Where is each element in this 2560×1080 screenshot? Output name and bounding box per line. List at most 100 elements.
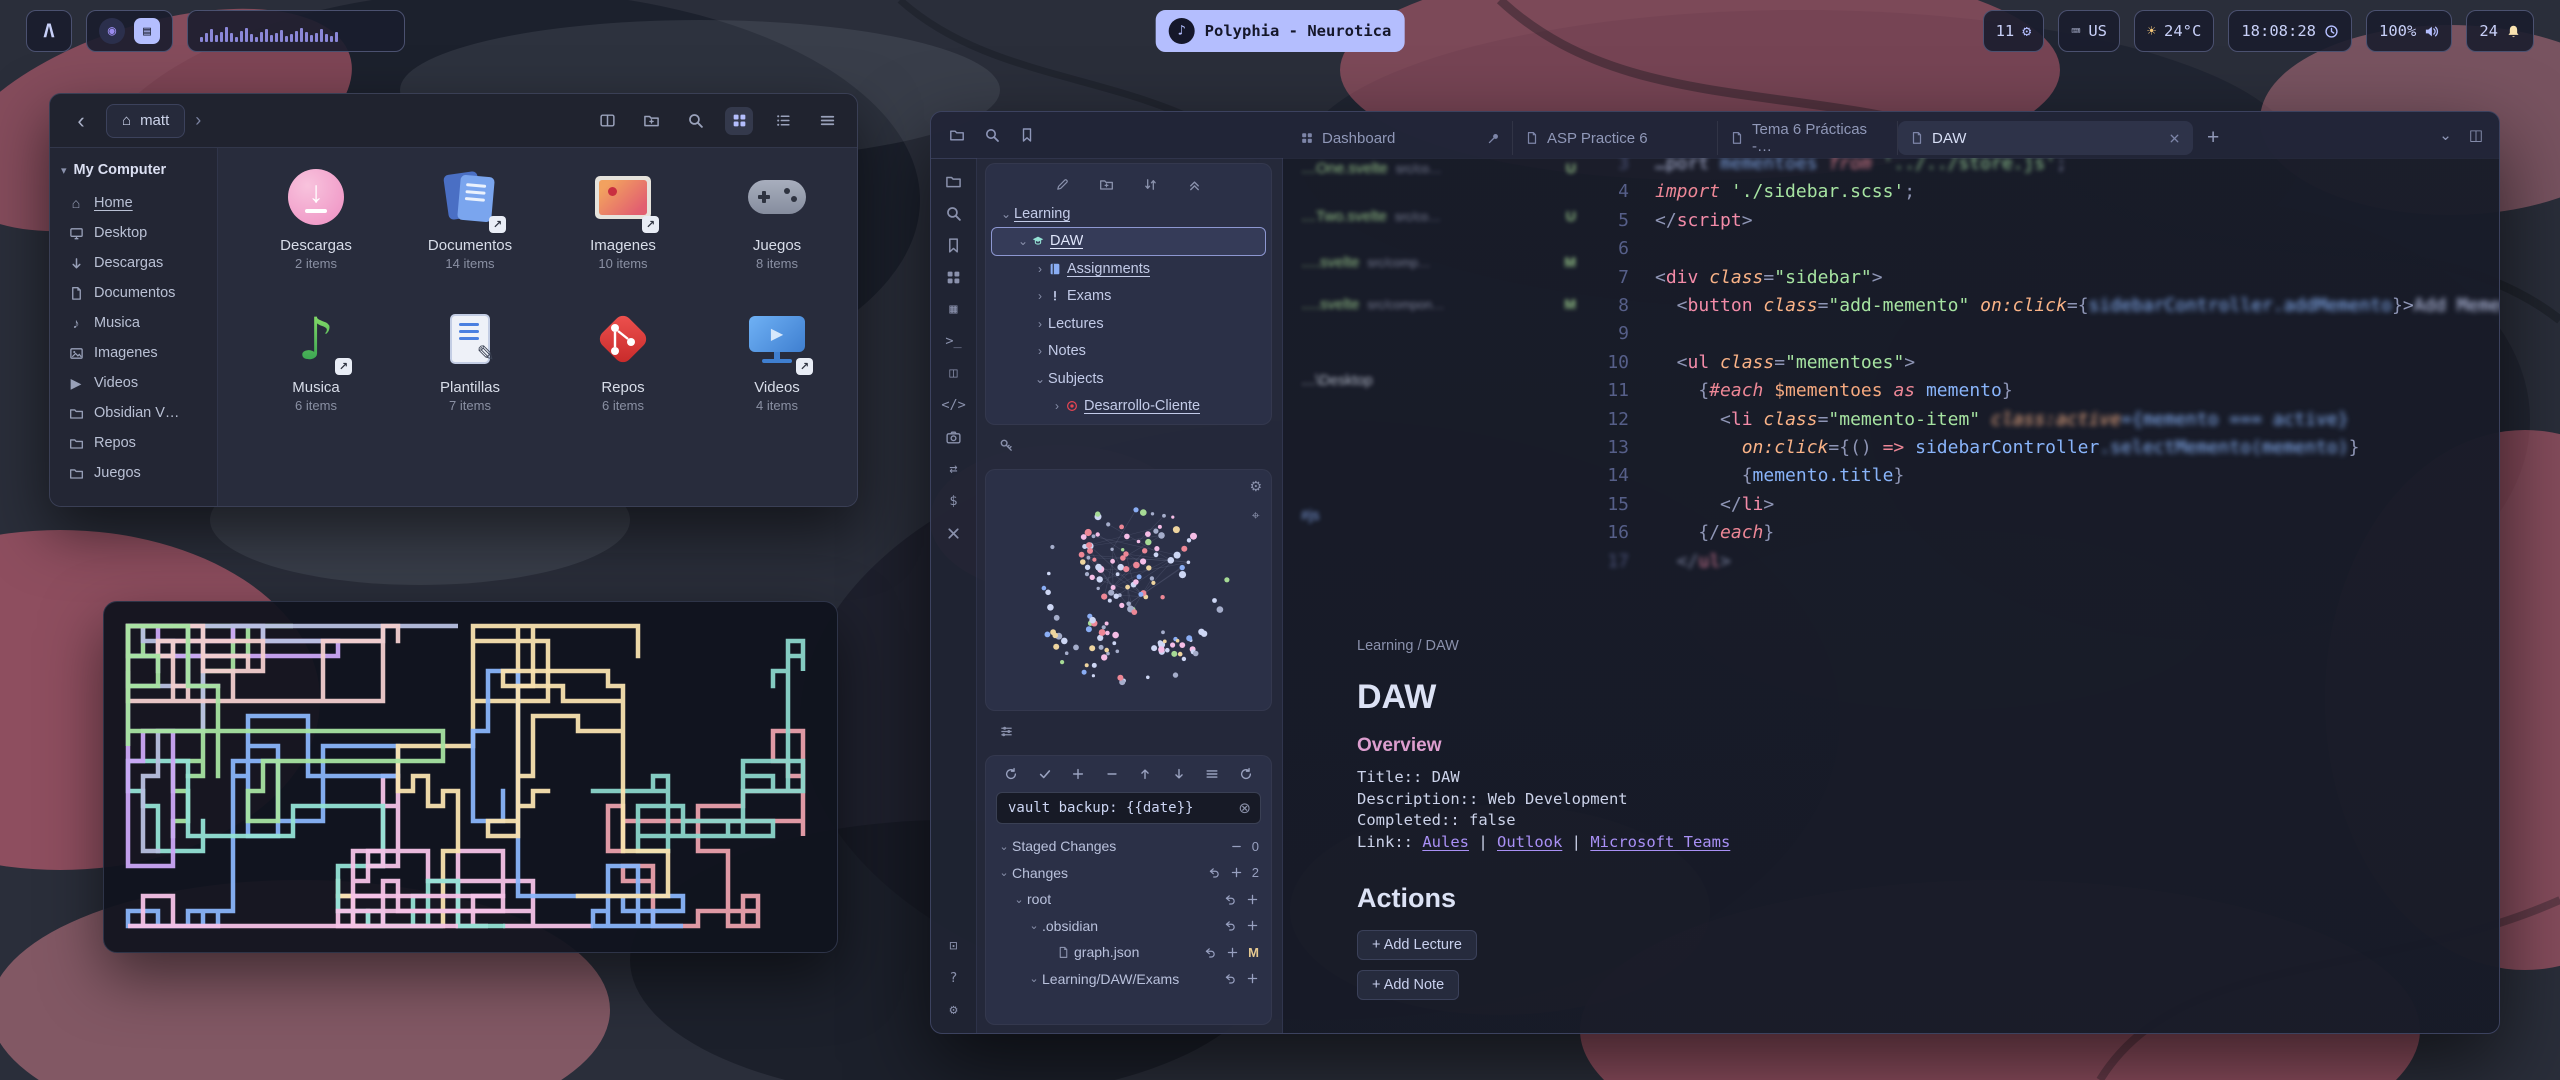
code-line[interactable]: 17 </ul> [1575,548,2491,576]
split-view-icon[interactable] [593,107,621,135]
git-undo-action-icon[interactable] [1208,866,1221,879]
git-layout-icon[interactable] [1202,765,1222,783]
code-line[interactable]: 12 <li class="memento-item" class:active… [1575,406,2491,434]
sidebar-item-imagenes[interactable]: Imagenes [59,338,208,368]
tab-dashboard[interactable]: Dashboard [1288,121,1513,155]
clear-commit-icon[interactable]: ⊗ [1238,799,1251,817]
ribbon-code-icon[interactable]: </> [944,396,964,414]
sidebar-item-desktop[interactable]: Desktop [59,218,208,248]
folder-tile-musica[interactable]: ♪↗Musica6 items [241,306,391,413]
code-line[interactable]: 8 <button class="add-memento" on:click={… [1575,292,2491,320]
git-plus-action-icon[interactable] [1246,919,1259,932]
sidebar-item-videos[interactable]: ▶Videos [59,368,208,398]
sliders-icon[interactable] [999,724,1014,739]
graph-view[interactable] [986,470,1272,708]
folder-tile-descargas[interactable]: ↓Descargas2 items [241,164,391,271]
sidebar-item-obsidian-v[interactable]: Obsidian V… [59,398,208,428]
ribbon-plugin-icon[interactable]: ⊡ [944,937,964,955]
menu-icon[interactable] [813,107,841,135]
panel-handle-key[interactable] [985,425,1272,465]
ribbon-settings-icon[interactable]: ⚙ [944,1001,964,1019]
git-row-root[interactable]: ⌄root [986,886,1271,913]
code-line[interactable]: 14 {memento.title} [1575,462,2491,490]
sidebar-section-title[interactable]: ▾ My Computer [61,162,208,178]
code-line[interactable]: 4import './sidebar.scss'; [1575,178,2491,206]
code-line[interactable]: 15 </li> [1575,491,2491,519]
terminal-window[interactable] [103,601,838,953]
ribbon-book-icon[interactable]: ◫ [944,364,964,382]
module-volume[interactable]: 100% [2366,10,2452,52]
search-icon[interactable] [681,107,709,135]
grid-view-icon[interactable] [725,107,753,135]
explorer-item-lectures[interactable]: ›Lectures [992,310,1265,338]
module-notifications[interactable]: 24 [2466,10,2534,52]
panel-handle-sliders[interactable] [985,711,1272,751]
vault-switcher-icon[interactable] [947,126,967,144]
code-line[interactable]: 5</script> [1575,207,2491,235]
collapse-all-icon[interactable] [1185,175,1205,193]
sidebar-item-documentos[interactable]: Documentos [59,278,208,308]
tab-daw[interactable]: DAW [1898,121,2193,155]
explorer-item-desarrollo-cliente[interactable]: ›Desarrollo-Cliente [992,393,1265,421]
sidebar-item-musica[interactable]: ♪Musica [59,308,208,338]
bookmarks-icon[interactable] [1017,126,1037,144]
folder-tile-juegos[interactable]: Juegos8 items [702,164,852,271]
git-undo-action-icon[interactable] [1224,893,1237,906]
code-line[interactable]: 10 <ul class="mementoes"> [1575,349,2491,377]
folder-tile-repos[interactable]: Repos6 items [548,306,698,413]
git-push-icon[interactable] [1135,765,1155,783]
ribbon-terminal-icon[interactable]: >_ [944,332,964,350]
code-line[interactable]: 7<div class="sidebar"> [1575,264,2491,292]
sidebar-item-descargas[interactable]: Descargas [59,248,208,278]
back-button[interactable]: ‹ [66,106,96,136]
note-link-microsoft-teams[interactable]: Microsoft Teams [1590,833,1730,851]
git-plus-action-icon[interactable] [1226,946,1239,959]
git-undo-action-icon[interactable] [1224,972,1237,985]
ribbon-help-icon[interactable]: ? [944,969,964,987]
git-minus-action-icon[interactable] [1230,840,1243,853]
graph-settings-icon[interactable]: ⚙ [1249,478,1262,495]
ribbon-calendar-icon[interactable]: ▦ [944,300,964,318]
code-editor[interactable]: 3…port mementoes from '../../store.js';4… [1575,158,2491,576]
sidebar-item-home[interactable]: ⌂Home [59,188,208,218]
git-row-staged-changes[interactable]: ⌄Staged Changes0 [986,833,1271,860]
new-folder-icon[interactable] [1097,175,1117,193]
git-row-obsidian[interactable]: ⌄.obsidian [986,913,1271,940]
git-row-changes[interactable]: ⌄Changes2 [986,860,1271,887]
git-backup-icon[interactable] [1001,765,1021,783]
folder-tile-documentos[interactable]: ↗Documentos14 items [395,164,545,271]
close-tab-icon[interactable] [2168,132,2181,145]
git-unstage-all-icon[interactable] [1102,765,1122,783]
add-note-button[interactable]: + Add Note [1357,970,1459,1000]
sort-icon[interactable] [1141,175,1161,193]
folder-tile-plantillas[interactable]: ✎Plantillas7 items [395,306,545,413]
folder-tile-imagenes[interactable]: ↗Imagenes10 items [548,164,698,271]
explorer-item-assignments[interactable]: ›Assignments [992,255,1265,283]
sidebar-item-juegos[interactable]: Juegos [59,458,208,488]
launcher-button[interactable]: Λ [26,10,72,52]
quick-search-icon[interactable] [982,126,1002,144]
explorer-item-notes[interactable]: ›Notes [992,338,1265,366]
folder-tile-videos[interactable]: ▶↗Videos4 items [702,306,852,413]
ribbon-search-icon[interactable] [944,204,964,222]
commit-message-input[interactable] [1006,799,1232,817]
git-refresh-icon[interactable] [1236,765,1256,783]
code-line[interactable]: 9 [1575,320,2491,348]
explorer-item-learning[interactable]: ⌄Learning [992,200,1265,228]
ribbon-bookmark-icon[interactable] [944,236,964,254]
code-line[interactable]: 3…port mementoes from '../../store.js'; [1575,158,2491,178]
code-line[interactable]: 13 on:click={() => sidebarController.sel… [1575,434,2491,462]
git-pull-icon[interactable] [1169,765,1189,783]
git-plus-action-icon[interactable] [1246,893,1259,906]
explorer-item-subjects[interactable]: ⌄Subjects [992,365,1265,393]
module-clock[interactable]: 18:08:28 [2228,10,2352,52]
quick-launch-module[interactable]: ◉▤ [86,10,173,52]
ribbon-close-icon[interactable] [944,524,964,542]
git-commit-icon[interactable] [1035,765,1055,783]
module-keyboard-layout[interactable]: ⌨US [2058,10,2120,52]
git-undo-action-icon[interactable] [1204,946,1217,959]
ribbon-camera-icon[interactable] [944,428,964,446]
sidebar-item-repos[interactable]: Repos [59,428,208,458]
module-weather[interactable]: ☀24°C [2134,10,2214,52]
explorer-item-daw[interactable]: ⌄DAW [992,228,1265,256]
